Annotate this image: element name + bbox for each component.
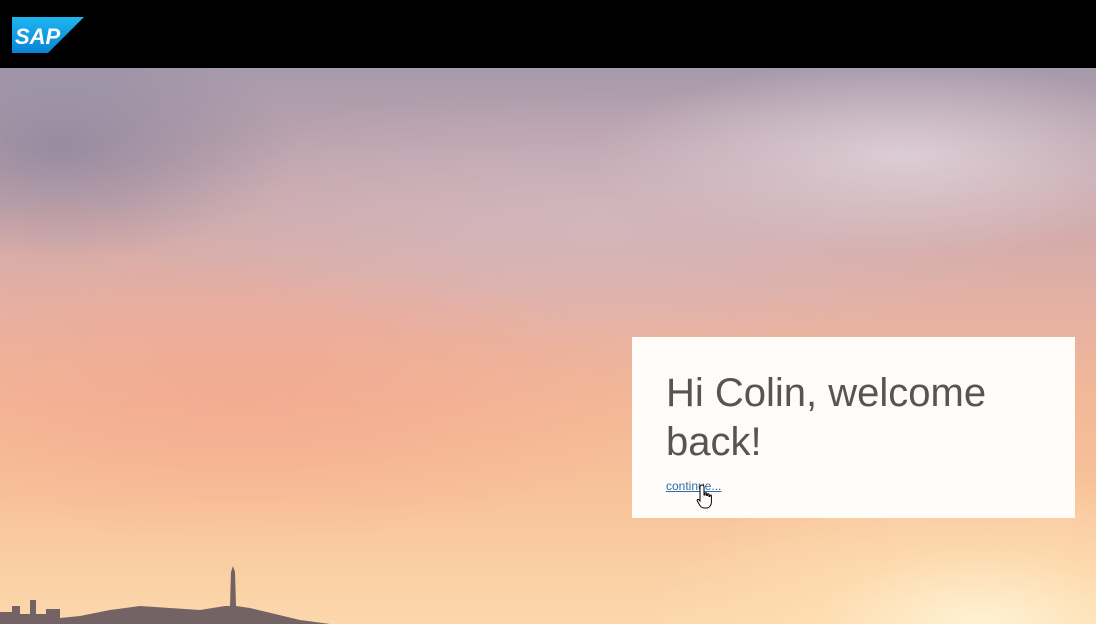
hand-pointer-icon (696, 484, 712, 509)
top-header-bar: SAP (0, 0, 1096, 68)
sap-logo-icon: SAP (12, 17, 84, 53)
sap-logo[interactable]: SAP (12, 17, 84, 53)
sap-logo-text: SAP (15, 24, 61, 49)
city-skyline-silhouette (0, 566, 330, 624)
welcome-heading: Hi Colin, welcome back! (666, 371, 987, 464)
